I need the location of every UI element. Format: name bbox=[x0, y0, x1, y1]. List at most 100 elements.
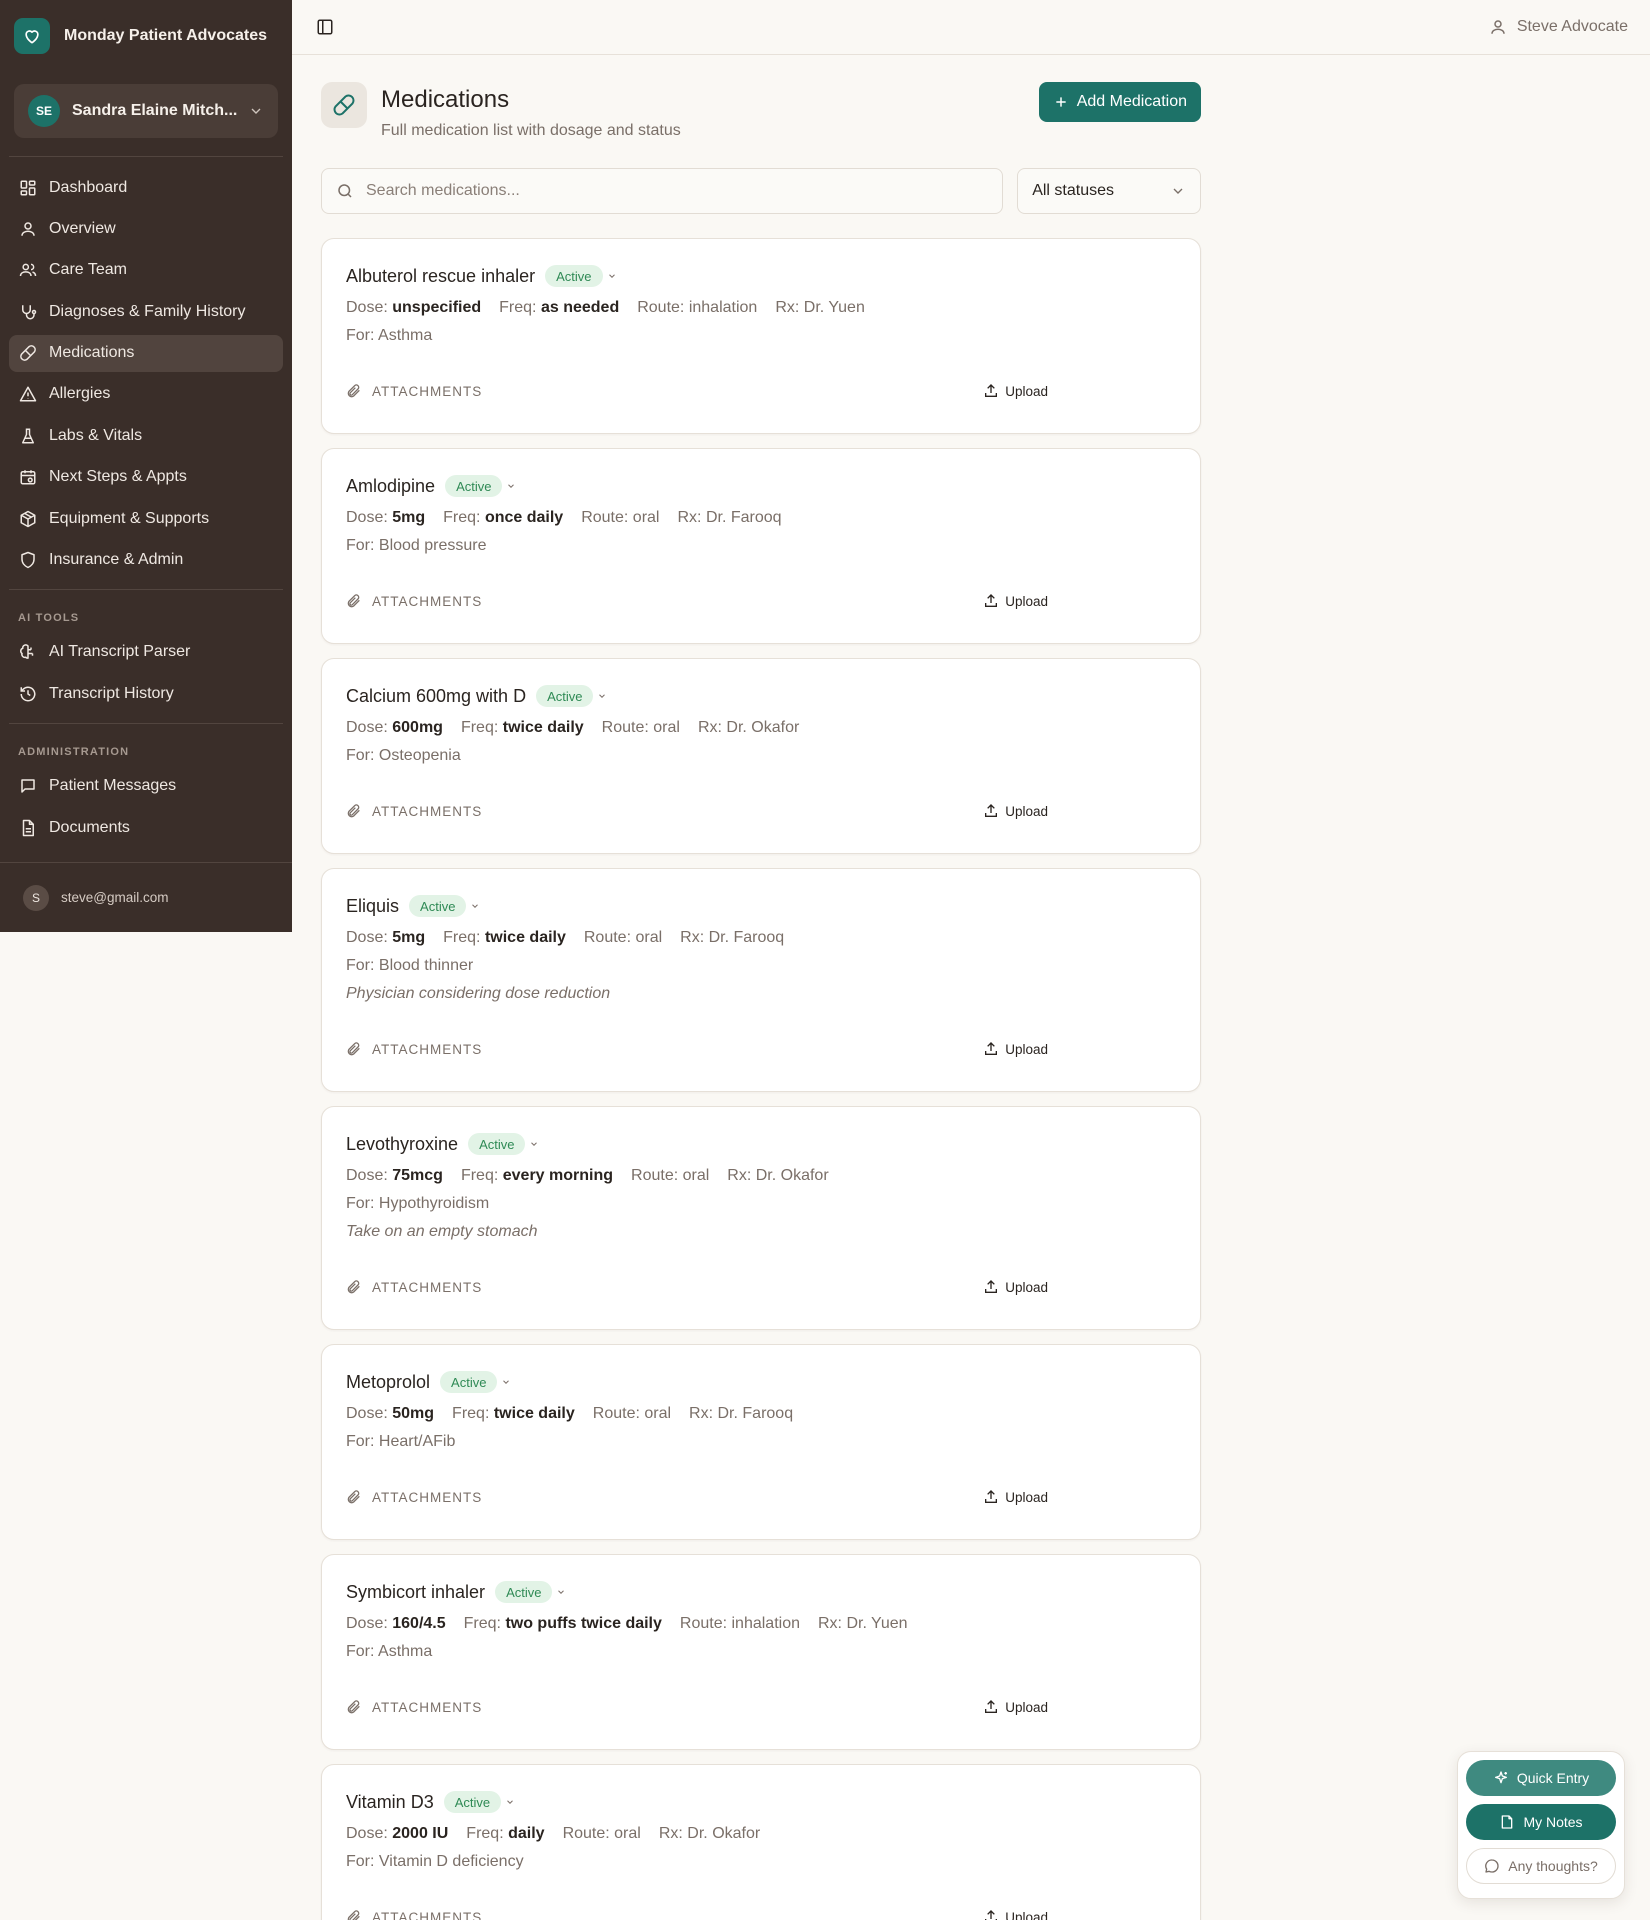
history-icon bbox=[20, 686, 36, 702]
card-title-row: Levothyroxine Active bbox=[346, 1131, 1176, 1157]
chevron-down-icon[interactable] bbox=[597, 691, 607, 701]
nav-item-care-team[interactable]: Care Team bbox=[9, 252, 283, 289]
upload-button[interactable]: Upload bbox=[983, 1489, 1048, 1505]
indication: For: Vitamin D deficiency bbox=[346, 1853, 1176, 1875]
nav-item-dashboard[interactable]: Dashboard bbox=[9, 169, 283, 206]
attachments-label: ATTACHMENTS bbox=[372, 1041, 483, 1057]
for-label: For: bbox=[346, 327, 375, 344]
user-menu[interactable]: Steve Advocate bbox=[1489, 18, 1628, 36]
upload-button[interactable]: Upload bbox=[983, 1279, 1048, 1295]
my-notes-button[interactable]: My Notes bbox=[1466, 1804, 1616, 1840]
for-value: Osteopenia bbox=[378, 747, 461, 764]
upload-button[interactable]: Upload bbox=[983, 1699, 1048, 1715]
rx-value: Dr. Yuen bbox=[803, 299, 865, 316]
medication-card: Levothyroxine Active Dose: 75mcg Freq: ever… bbox=[321, 1106, 1201, 1330]
attachments-row: ATTACHMENTS Upload bbox=[346, 1875, 1176, 1920]
status-badge[interactable]: Active bbox=[409, 895, 467, 917]
route-value: inhalation bbox=[731, 1615, 801, 1632]
status-badge[interactable]: Active bbox=[545, 265, 603, 287]
upload-button[interactable]: Upload bbox=[983, 383, 1048, 399]
status-badge-label: Active bbox=[479, 1136, 515, 1152]
for-value: Heart/AFib bbox=[378, 1433, 456, 1450]
search-input[interactable] bbox=[366, 182, 966, 200]
freq-label: Freq: bbox=[460, 1167, 499, 1184]
rx-label: Rx: bbox=[658, 1825, 683, 1842]
medication-name: Levothyroxine bbox=[346, 1133, 459, 1154]
upload-button[interactable]: Upload bbox=[983, 1041, 1048, 1057]
nav-item-documents[interactable]: Documents bbox=[9, 809, 283, 846]
nav-item-transcript-history[interactable]: Transcript History bbox=[9, 675, 283, 712]
chevron-down-icon[interactable] bbox=[501, 1377, 511, 1387]
for-label: For: bbox=[346, 1195, 375, 1212]
account-footer[interactable]: S steve@gmail.com bbox=[0, 862, 292, 932]
status-badge[interactable]: Active bbox=[468, 1133, 526, 1155]
for-value: Blood pressure bbox=[378, 537, 487, 554]
brand[interactable]: Monday Patient Advocates bbox=[0, 0, 292, 72]
card-title-row: Metoprolol Active bbox=[346, 1369, 1176, 1395]
add-medication-button[interactable]: Add Medication bbox=[1038, 82, 1201, 122]
chevron-down-icon[interactable] bbox=[529, 1139, 539, 1149]
nav-item-allergies[interactable]: Allergies bbox=[9, 376, 283, 413]
status-badge[interactable]: Active bbox=[440, 1371, 498, 1393]
user-icon bbox=[1491, 20, 1505, 34]
account-email: steve@gmail.com bbox=[61, 890, 169, 905]
patient-name: Sandra Elaine Mitch... bbox=[72, 102, 238, 119]
patient-selector[interactable]: SE Sandra Elaine Mitch... bbox=[14, 84, 278, 138]
attachments-row: ATTACHMENTS Upload bbox=[346, 559, 1176, 643]
upload-button[interactable]: Upload bbox=[983, 593, 1048, 609]
feedback-button[interactable]: Any thoughts? bbox=[1466, 1848, 1616, 1884]
calendar-icon bbox=[20, 470, 36, 485]
status-badge[interactable]: Active bbox=[443, 1791, 502, 1813]
nav-item-diagnoses[interactable]: Diagnoses & Family History bbox=[9, 293, 283, 330]
account-avatar: S bbox=[23, 884, 49, 911]
status-filter-select[interactable]: All statuses bbox=[1017, 168, 1201, 214]
nav-item-label: Next Steps & Appts bbox=[49, 468, 187, 486]
nav-item-medications[interactable]: Medications bbox=[9, 334, 283, 372]
status-badge-label: Active bbox=[454, 1794, 491, 1810]
freq-value: twice daily bbox=[484, 929, 566, 946]
freq-label: Freq: bbox=[443, 509, 481, 526]
upload-button[interactable]: Upload bbox=[983, 1909, 1048, 1920]
rx-label: Rx: bbox=[697, 719, 722, 736]
nav-item-labs[interactable]: Labs & Vitals bbox=[9, 417, 283, 454]
nav-item-patient-messages[interactable]: Patient Messages bbox=[9, 768, 283, 805]
rx-value: Dr. Farooq bbox=[708, 929, 785, 946]
freq-label: Freq: bbox=[452, 1405, 490, 1422]
medication-name: Metoprolol bbox=[346, 1371, 431, 1392]
nav-item-insurance[interactable]: Insurance & Admin bbox=[9, 542, 283, 579]
medication-name: Amlodipine bbox=[346, 475, 436, 496]
attachments-row: ATTACHMENTS Upload bbox=[346, 1665, 1176, 1749]
sidebar: Monday Patient Advocates SE Sandra Elain… bbox=[0, 0, 292, 932]
sidebar-toggle-icon[interactable] bbox=[314, 16, 336, 38]
indication: For: Blood thinner bbox=[346, 957, 1176, 979]
medication-note: Physician considering dose reduction bbox=[346, 985, 611, 1002]
chevron-down-icon[interactable] bbox=[556, 1587, 566, 1597]
chevron-down-icon[interactable] bbox=[470, 901, 480, 911]
rx-value: Dr. Farooq bbox=[717, 1405, 794, 1422]
main-content: Medications Full medication list with do… bbox=[321, 82, 1201, 1920]
freq-label: Freq: bbox=[466, 1825, 504, 1842]
status-badge[interactable]: Active bbox=[445, 475, 503, 497]
status-badge[interactable]: Active bbox=[495, 1581, 553, 1603]
status-badge[interactable]: Active bbox=[536, 685, 594, 707]
rx-label: Rx: bbox=[680, 929, 705, 946]
for-value: Blood thinner bbox=[378, 957, 474, 974]
nav-item-overview[interactable]: Overview bbox=[9, 210, 283, 247]
nav-item-transcript-parser[interactable]: AI Transcript Parser bbox=[9, 634, 283, 671]
chevron-down-icon[interactable] bbox=[505, 1797, 515, 1807]
upload-label: Upload bbox=[1005, 1041, 1048, 1057]
search-box bbox=[321, 168, 1004, 214]
freq-value: every morning bbox=[502, 1167, 614, 1184]
upload-button[interactable]: Upload bbox=[983, 803, 1048, 819]
dosage-details: Dose: 5mg Freq: once daily Route: oral Rx: … bbox=[346, 507, 1176, 529]
quick-entry-button[interactable]: Quick Entry bbox=[1466, 1760, 1616, 1796]
nav-item-equipment[interactable]: Equipment & Supports bbox=[9, 500, 283, 537]
nav-item-next-steps[interactable]: Next Steps & Appts bbox=[9, 459, 283, 496]
dose-label: Dose: bbox=[346, 929, 388, 946]
dose-label: Dose: bbox=[346, 719, 388, 736]
route-label: Route: bbox=[583, 929, 632, 946]
upload-label: Upload bbox=[1005, 383, 1048, 399]
chevron-down-icon[interactable] bbox=[506, 481, 516, 491]
chevron-down-icon[interactable] bbox=[607, 271, 617, 281]
upload-label: Upload bbox=[1005, 1279, 1048, 1295]
